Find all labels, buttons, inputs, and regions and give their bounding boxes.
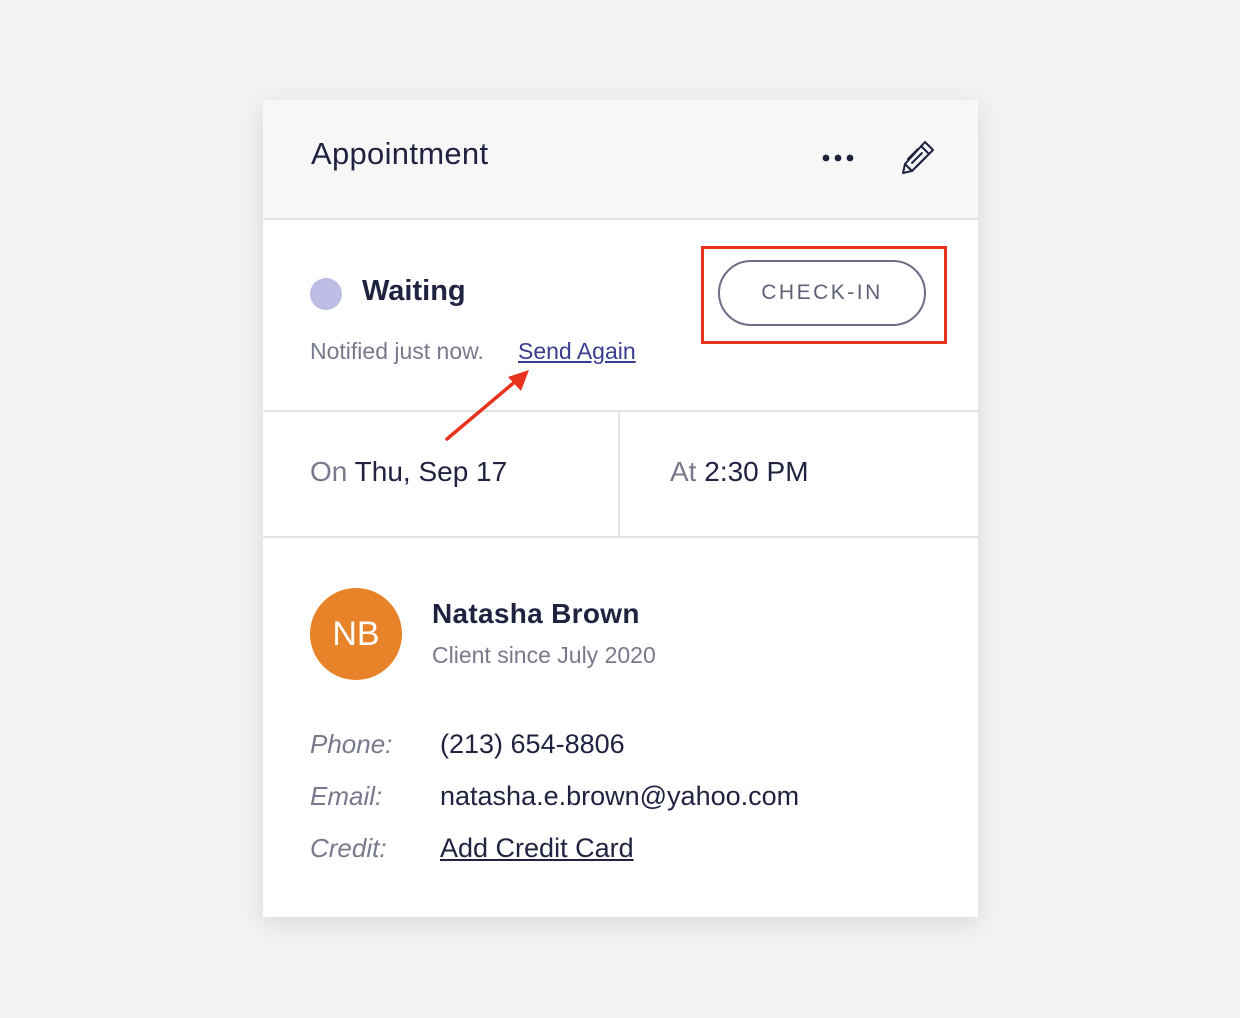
pencil-icon[interactable]	[899, 138, 937, 176]
time-value: 2:30 PM	[704, 456, 809, 487]
credit-label: Credit:	[310, 833, 387, 863]
date-cell[interactable]: On Thu, Sep 17	[263, 412, 620, 536]
email-label: Email:	[310, 781, 383, 811]
phone-value: (213) 654-8806	[440, 729, 625, 759]
datetime-row: On Thu, Sep 17 At 2:30 PM	[263, 412, 978, 538]
date-value: Thu, Sep 17	[354, 456, 508, 487]
avatar: NB	[310, 588, 402, 680]
status-section: Waiting Notified just now. Send Again CH…	[263, 220, 978, 412]
time-prefix: At	[670, 456, 697, 487]
appointment-card: Appointment Waiting Notified just now. S…	[263, 100, 978, 917]
phone-label: Phone:	[310, 729, 393, 759]
time-cell[interactable]: At 2:30 PM	[620, 412, 978, 536]
page-title: Appointment	[311, 136, 489, 171]
ellipsis-icon[interactable]	[819, 147, 859, 169]
card-header: Appointment	[263, 100, 978, 220]
send-again-link[interactable]: Send Again	[518, 338, 636, 365]
status-label: Waiting	[362, 275, 466, 307]
client-since: Client since July 2020	[432, 642, 656, 668]
client-name: Natasha Brown	[432, 598, 640, 629]
email-value: natasha.e.brown@yahoo.com	[440, 781, 800, 811]
date-prefix: On	[310, 456, 348, 487]
time-text: At 2:30 PM	[670, 456, 809, 488]
status-dot	[310, 278, 342, 310]
notified-text: Notified just now.	[310, 338, 484, 364]
client-section: NB Natasha Brown Client since July 2020 …	[263, 538, 978, 917]
date-text: On Thu, Sep 17	[310, 456, 507, 488]
check-in-button[interactable]: CHECK-IN	[718, 260, 926, 326]
add-credit-card-link[interactable]: Add Credit Card	[440, 833, 634, 864]
